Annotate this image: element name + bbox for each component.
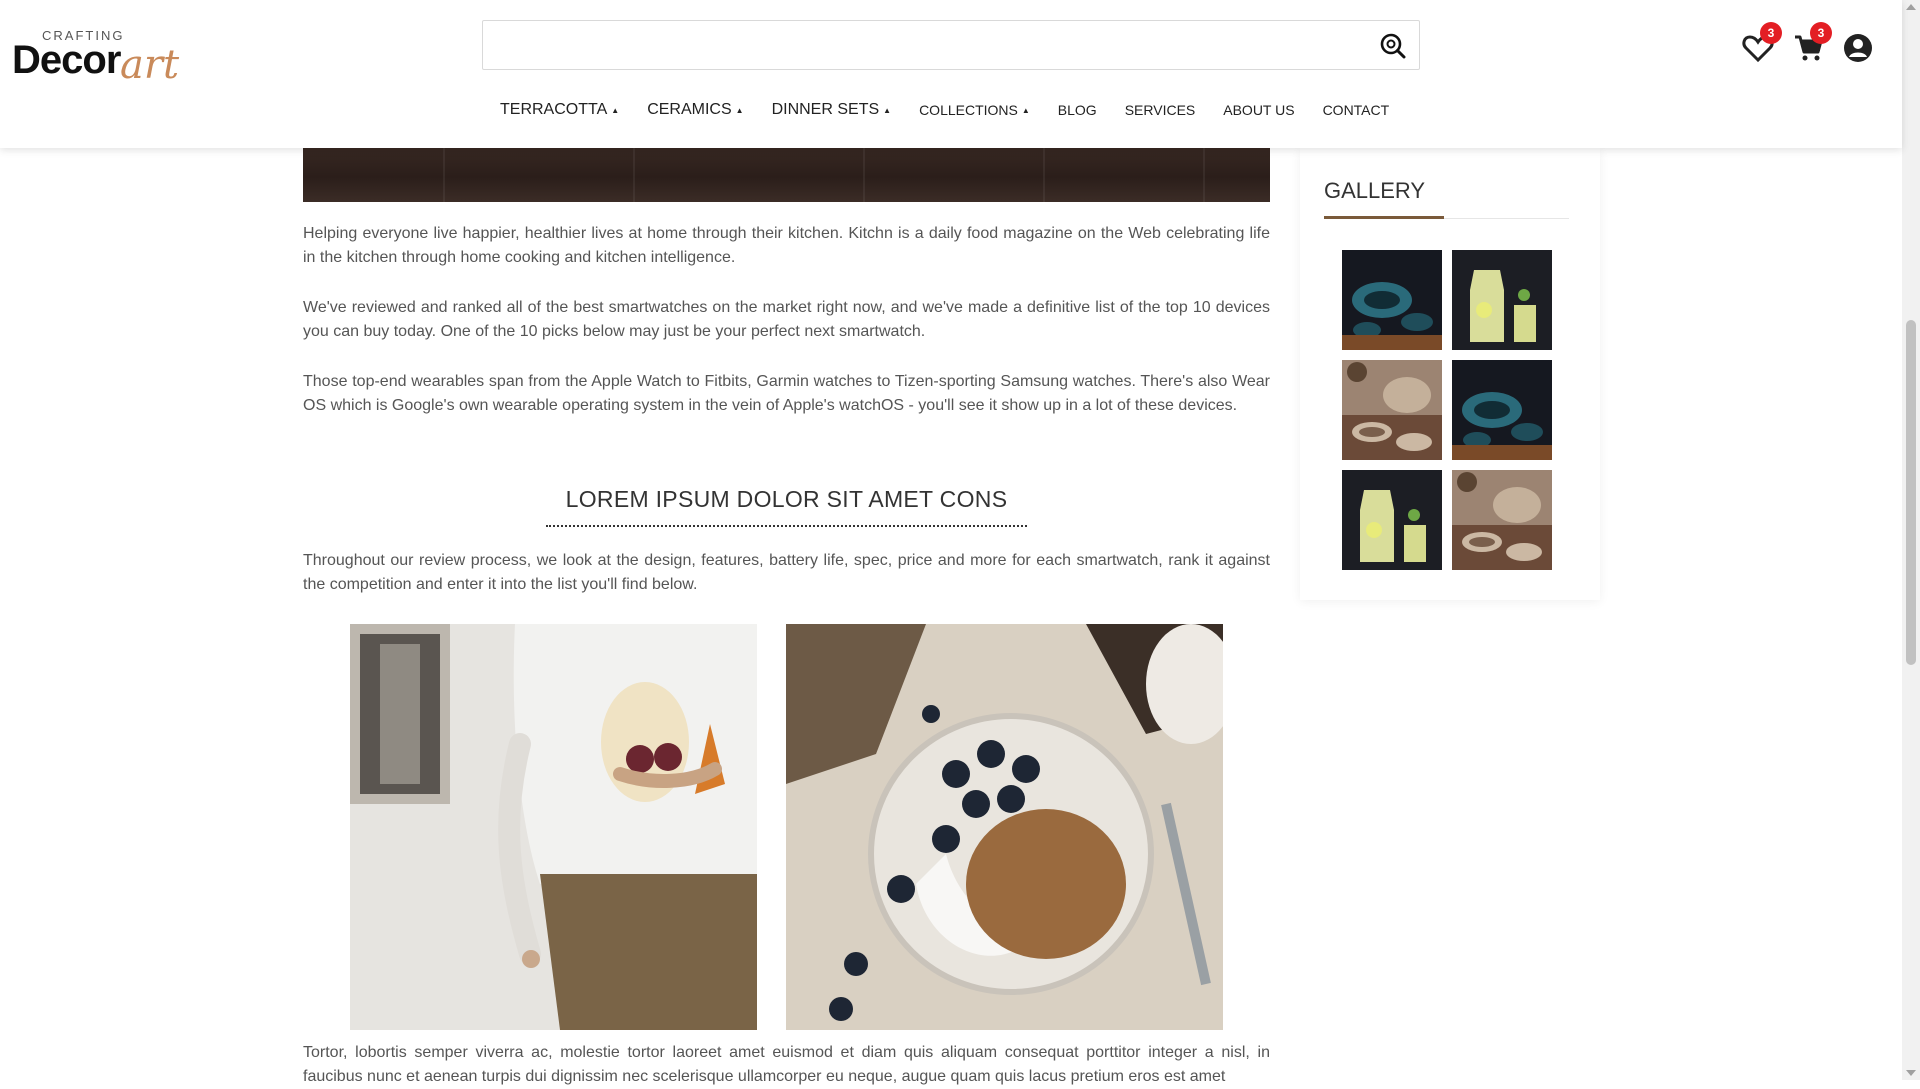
wishlist-count-badge: 3	[1760, 22, 1782, 44]
granola-bowl-image	[786, 624, 1223, 1030]
nav-item-terracotta[interactable]: TERRACOTTA ▲	[500, 101, 619, 119]
dark-ceramic-bowls-image	[1452, 360, 1552, 460]
nav-item-label: DINNER SETS	[771, 101, 880, 118]
clay-teaset-image	[1452, 470, 1552, 570]
caret-up-icon: ▲	[611, 105, 620, 115]
article-paragraph: We've reviewed and ranked all of the bes…	[303, 299, 1270, 340]
header-actions: 3 3	[1742, 22, 1902, 66]
dark-ceramic-bowls-image	[1342, 250, 1442, 350]
nav-item-label: SERVICES	[1124, 102, 1196, 118]
scroll-up-arrow-icon[interactable]	[1906, 4, 1916, 10]
site-header: CRAFTING Decor art 3 3 TERRACOTTA ▲ CERA…	[0, 0, 1902, 148]
nav-item-label: CERAMICS	[647, 101, 732, 118]
wood-plank-line	[863, 140, 865, 202]
cart-count-badge: 3	[1810, 22, 1832, 44]
gallery-title: GALLERY	[1324, 178, 1426, 203]
subheading-text: LOREM IPSUM DOLOR SIT AMET CONS	[545, 486, 1028, 527]
gallery-thumb-lemonade-jug[interactable]	[1342, 470, 1442, 570]
search-button[interactable]	[1379, 32, 1407, 60]
article-photo-man-produce	[350, 624, 757, 1030]
gallery-divider-accent	[1324, 216, 1444, 219]
hero-image-bottom	[303, 140, 1270, 202]
search-bar	[482, 20, 1420, 70]
article-photo-granola	[786, 624, 1223, 1030]
nav-item-contact[interactable]: CONTACT	[1323, 102, 1390, 118]
article-paragraph: Throughout our review process, we look a…	[303, 552, 1270, 593]
article-paragraph: Tortor, lobortis semper viverra ac, mole…	[303, 1044, 1270, 1085]
search-icon	[1380, 33, 1406, 59]
nav-item-label: BLOG	[1057, 102, 1097, 118]
gallery-thumb-dark-ceramic-bowls[interactable]	[1452, 360, 1552, 460]
scroll-down-arrow-icon[interactable]	[1906, 1070, 1916, 1076]
nav-item-label: ABOUT US	[1223, 102, 1295, 118]
logo-script-text: art	[120, 42, 180, 88]
main-nav: TERRACOTTA ▲ CERAMICS ▲ DINNER SETS ▲ CO…	[500, 98, 1417, 122]
nav-item-services[interactable]: SERVICES	[1125, 102, 1196, 118]
wishlist-button[interactable]: 3	[1742, 22, 1782, 64]
caret-up-icon: ▲	[1021, 105, 1030, 115]
nav-item-label: CONTACT	[1322, 102, 1390, 118]
wood-plank-line	[633, 140, 635, 202]
nav-item-label: TERRACOTTA	[500, 101, 608, 118]
wood-plank-line	[1203, 140, 1205, 202]
man-with-produce-image	[350, 624, 757, 1030]
wood-plank-line	[1043, 140, 1045, 202]
article-paragraph: Those top-end wearables span from the Ap…	[303, 373, 1270, 414]
nav-item-about-us[interactable]: ABOUT US	[1223, 102, 1294, 118]
nav-item-label: COLLECTIONS	[919, 102, 1018, 118]
page-scrollbar[interactable]	[1902, 0, 1920, 1080]
caret-up-icon: ▲	[883, 105, 892, 115]
site-logo[interactable]: CRAFTING Decor art	[12, 24, 192, 88]
user-icon	[1844, 34, 1872, 62]
article-subheading: LOREM IPSUM DOLOR SIT AMET CONS	[303, 486, 1270, 527]
article-paragraph: Helping everyone live happier, healthier…	[303, 225, 1270, 266]
search-input[interactable]	[493, 29, 1357, 63]
sidebar-gallery-widget: GALLERY	[1300, 148, 1600, 600]
gallery-thumb-lemonade-jug[interactable]	[1452, 250, 1552, 350]
logo-main-text: Decor	[12, 38, 121, 82]
gallery-thumb-dark-ceramic-bowls[interactable]	[1342, 250, 1442, 350]
cart-button[interactable]: 3	[1792, 22, 1832, 64]
gallery-thumb-clay-teaset[interactable]	[1342, 360, 1442, 460]
nav-item-collections[interactable]: COLLECTIONS ▲	[919, 102, 1030, 118]
lemonade-jug-image	[1452, 250, 1552, 350]
lemonade-jug-image	[1342, 470, 1442, 570]
nav-item-ceramics[interactable]: CERAMICS ▲	[647, 101, 743, 119]
scrollbar-thumb[interactable]	[1906, 320, 1916, 665]
wood-plank-line	[443, 140, 445, 202]
nav-item-blog[interactable]: BLOG	[1058, 102, 1097, 118]
caret-up-icon: ▲	[735, 105, 744, 115]
gallery-thumb-clay-teaset[interactable]	[1452, 470, 1552, 570]
nav-item-dinner-sets[interactable]: DINNER SETS ▲	[772, 101, 892, 119]
clay-teaset-image	[1342, 360, 1442, 460]
account-button[interactable]	[1842, 32, 1874, 64]
